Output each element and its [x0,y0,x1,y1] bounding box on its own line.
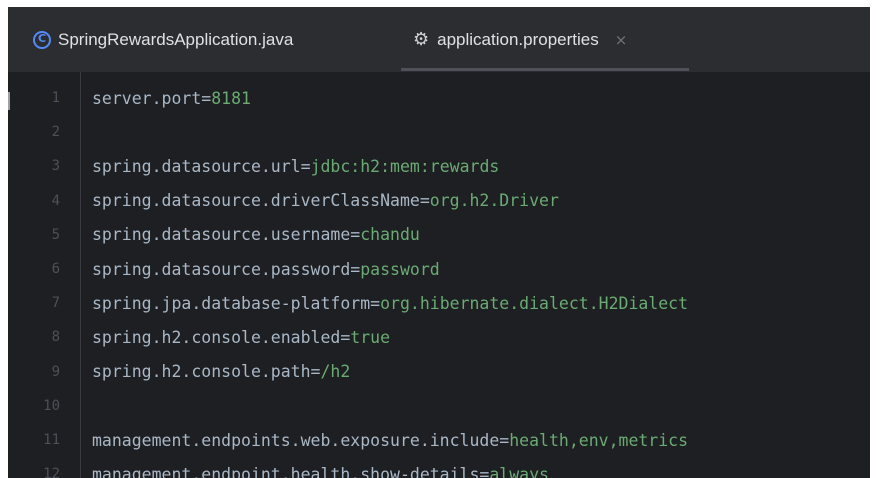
property-key: server.port [92,88,202,108]
code-line[interactable]: 1 server.port = 8181 [8,85,251,111]
property-value: chandu [360,225,420,245]
code-line[interactable]: 2 [8,119,92,145]
line-number: 5 [51,226,60,243]
editor-tab-bar: SpringRewardsApplication.java ⚙ applicat… [8,7,870,72]
property-separator: = [350,259,361,279]
code-line[interactable]: 6 spring.datasource.password = password [8,256,440,282]
property-separator: = [350,225,361,245]
java-class-icon [33,30,51,49]
active-tab-indicator [401,68,689,71]
property-value: password [360,259,440,279]
property-key: spring.h2.console.enabled [92,327,341,347]
code-line[interactable]: 5 spring.datasource.username = chandu [8,222,420,248]
property-separator: = [201,88,212,108]
property-separator: = [300,156,311,176]
property-key: spring.datasource.url [92,156,301,176]
property-value: org.h2.Driver [429,191,559,211]
property-value: health,env,metrics [509,430,689,450]
line-number: 6 [51,261,60,277]
code-line[interactable]: 7 spring.jpa.database-platform = org.hibern… [8,290,688,316]
property-value: jdbc:h2:mem:rewards [310,156,500,176]
line-number: 8 [51,329,60,346]
line-number: 11 [43,432,60,448]
tab-label: application.properties [437,29,599,49]
property-separator: = [419,191,430,211]
code-editor[interactable]: 1 server.port = 8181 2 3 spring.datasource.url… [8,72,870,478]
code-line[interactable]: 3 spring.datasource.url = jdbc:h2:mem:rewar… [8,153,500,179]
property-key: spring.datasource.username [92,225,351,245]
line-number: 1 [51,90,60,106]
code-line[interactable]: 9 spring.h2.console.path =/h2 [8,359,351,385]
property-value: always [489,464,549,478]
property-separator: = [370,293,381,313]
line-number: 9 [51,363,60,380]
property-key: spring.jpa.database-platform [92,293,371,313]
line-number: 10 [43,397,60,414]
property-value: org.hibernate.dialect.H2Dialect [380,293,689,313]
property-key: management.endpoint.health.show-details [92,464,480,478]
property-separator: = [499,430,510,450]
gear-icon: ⚙ [413,29,430,50]
close-icon[interactable]: × [615,31,628,49]
code-line[interactable]: 12 management.endpoint.health.show-detail… [8,461,549,478]
line-number: 4 [51,192,60,209]
property-key: spring.datasource.password [92,259,351,279]
property-value: /h2 [320,362,351,382]
code-line[interactable]: 8 spring.h2.console.enabled = true [8,324,390,350]
tab-label: SpringRewardsApplication.java [58,29,294,49]
line-number: 2 [51,124,60,141]
tab-application-properties[interactable]: ⚙ application.properties × [413,7,627,72]
property-key: management.endpoints.web.exposure.includ… [92,430,500,450]
property-separator: = [310,362,321,382]
ide-window: SpringRewardsApplication.java ⚙ applicat… [8,7,870,478]
property-separator: = [479,464,490,478]
code-line[interactable]: 4 spring.datasource.driverClassName = org.h… [8,188,559,214]
property-key: spring.h2.console.path [92,362,311,382]
property-key: spring.datasource.driverClassName [92,191,420,211]
line-number: 7 [51,295,60,312]
line-number: 12 [43,466,60,478]
tab-spring-rewards-application[interactable]: SpringRewardsApplication.java [33,7,293,72]
property-separator: = [340,327,351,347]
code-line[interactable]: 10 [8,393,92,419]
property-value: 8181 [211,88,251,108]
line-number: 3 [51,158,60,175]
code-line[interactable]: 11 management.endpoints.web.exposure.incl… [8,427,688,453]
property-value: true [350,327,391,347]
